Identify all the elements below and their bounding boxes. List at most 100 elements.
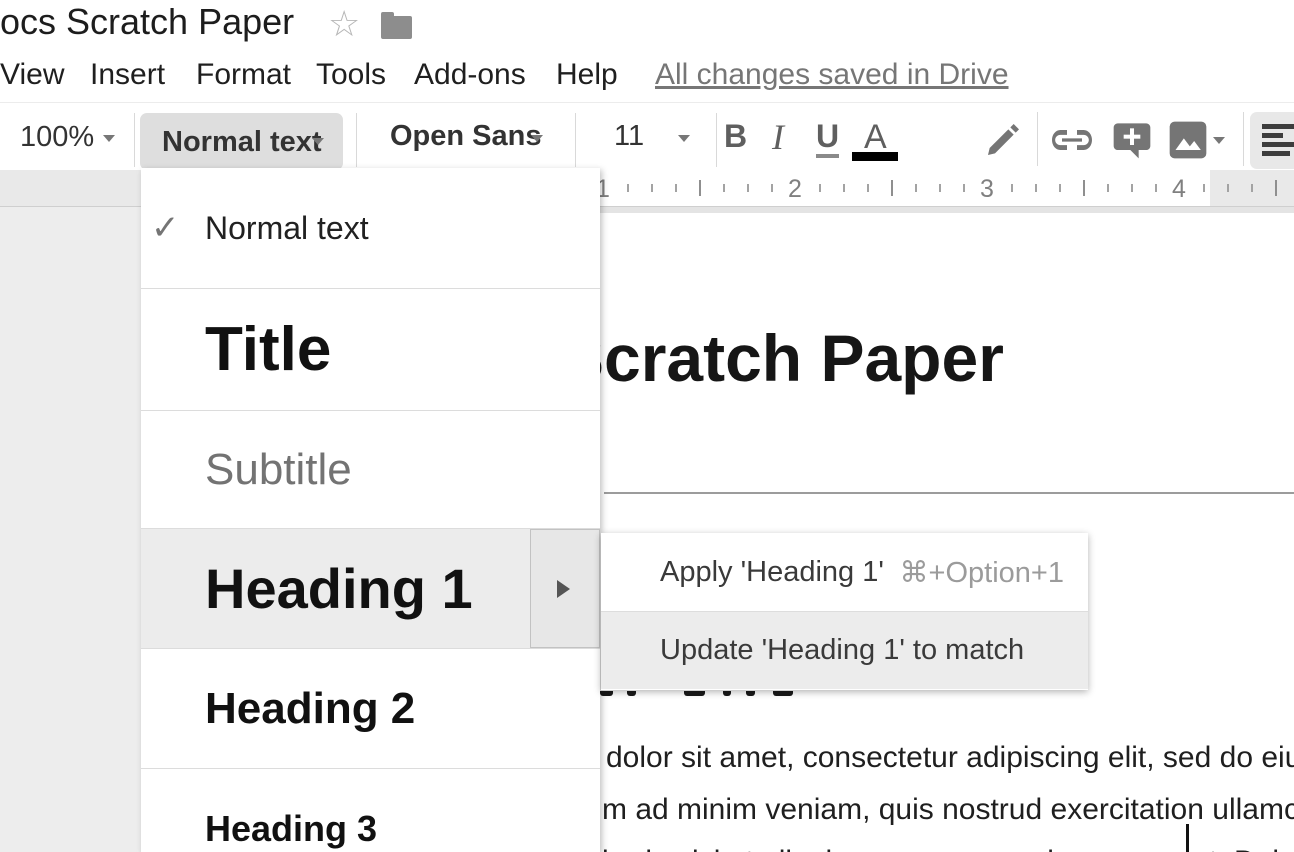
ruler-tick: [651, 184, 653, 192]
heading1-submenu: Apply 'Heading 1' ⌘+Option+1 Update 'Hea…: [601, 533, 1088, 690]
paragraph-styles-menu: ✓ Normal text Title Subtitle Heading 1 H…: [141, 168, 600, 852]
body-text-line[interactable]: boris nisi ut aliquip ex ea commodo cons…: [602, 842, 1294, 852]
ruler-tick: [819, 184, 821, 192]
bold-button[interactable]: B: [724, 118, 747, 155]
toolbar-separator: [716, 113, 717, 167]
align-left-button[interactable]: [1250, 112, 1294, 169]
title-bar: ocs Scratch Paper ☆: [0, 0, 1294, 50]
ruler-tick: [915, 184, 917, 192]
ruler-tick: [843, 184, 845, 192]
insert-image-icon[interactable]: [1168, 120, 1208, 160]
paint-format-icon[interactable]: [983, 120, 1023, 160]
toolbar: 100% Normal text Open Sans 11 B I U A: [0, 102, 1294, 172]
ruler-tick: [1059, 184, 1061, 192]
menu-item-label: Heading 3: [205, 808, 377, 850]
chevron-down-icon[interactable]: [531, 135, 543, 142]
heading1-submenu-button[interactable]: [530, 529, 600, 648]
menu-item-subtitle[interactable]: Subtitle: [141, 410, 600, 528]
align-bar: [1262, 133, 1283, 138]
text-color-swatch: [852, 152, 898, 161]
submenu-item-label: Update 'Heading 1' to match: [660, 634, 1024, 667]
menu-item-label: Heading 2: [205, 684, 415, 734]
obscured-heading-fragment: [773, 691, 793, 696]
menu-tools[interactable]: Tools: [316, 58, 386, 92]
chevron-down-icon[interactable]: [1213, 137, 1225, 144]
menu-view[interactable]: View: [0, 58, 64, 92]
ruler-tick: [891, 180, 893, 196]
ruler-tick: [1107, 184, 1109, 192]
folder-icon[interactable]: [381, 16, 412, 39]
ruler-tick: [1155, 184, 1157, 192]
toolbar-separator: [575, 113, 576, 167]
save-status-link[interactable]: All changes saved in Drive: [655, 58, 1009, 92]
menu-item-label: Normal text: [205, 210, 369, 247]
menu-item-label: Title: [205, 314, 331, 385]
italic-button[interactable]: I: [772, 116, 784, 158]
obscured-heading-fragment: [627, 691, 636, 696]
ruler-tick: [1227, 184, 1229, 192]
ruler-tick: [939, 184, 941, 192]
align-bar: [1262, 142, 1294, 147]
chevron-down-icon: [312, 138, 324, 145]
underline-button[interactable]: U: [816, 118, 839, 155]
ruler-tick: [1035, 184, 1037, 192]
menu-item-heading-2[interactable]: Heading 2: [141, 648, 600, 768]
submenu-item-update-heading1[interactable]: Update 'Heading 1' to match: [601, 612, 1088, 689]
horizontal-rule: [604, 492, 1294, 494]
menu-addons[interactable]: Add-ons: [414, 58, 526, 92]
insert-link-icon[interactable]: [1052, 124, 1092, 164]
ruler-tick: [627, 184, 629, 192]
chevron-right-icon: [557, 580, 570, 598]
menu-item-heading-3[interactable]: Heading 3: [141, 768, 600, 852]
zoom-select[interactable]: 100%: [20, 121, 94, 154]
ruler-tick: [699, 180, 701, 196]
body-text-line[interactable]: dolor sit amet, consectetur adipiscing e…: [606, 738, 1294, 778]
ruler-tick: [1251, 184, 1253, 192]
align-bar: [1262, 151, 1290, 156]
underline-label: U: [816, 118, 839, 158]
insert-comment-icon[interactable]: [1112, 120, 1152, 160]
ruler-number: 4: [1172, 175, 1186, 204]
font-size-select[interactable]: 11: [614, 120, 644, 153]
ruler-number: 3: [980, 175, 994, 204]
ruler-tick: [747, 184, 749, 192]
toolbar-separator: [134, 113, 135, 167]
ruler-tick: [963, 184, 965, 192]
ruler-tick: [675, 184, 677, 192]
menu-item-title[interactable]: Title: [141, 288, 600, 410]
toolbar-separator: [1243, 112, 1244, 166]
menu-format[interactable]: Format: [196, 58, 291, 92]
chevron-down-icon[interactable]: [103, 135, 115, 142]
submenu-item-apply-heading1[interactable]: Apply 'Heading 1' ⌘+Option+1: [601, 533, 1088, 612]
obscured-heading-fragment: [746, 691, 755, 696]
body-text-line[interactable]: m ad minim veniam, quis nostrud exercita…: [602, 790, 1294, 830]
paragraph-style-value: Normal text: [162, 126, 322, 159]
star-icon[interactable]: ☆: [328, 4, 360, 44]
menu-help[interactable]: Help: [556, 58, 618, 92]
submenu-item-label: Apply 'Heading 1': [660, 556, 884, 589]
ruler-tick: [1083, 180, 1085, 196]
document-title-text[interactable]: Scratch Paper: [560, 320, 1004, 396]
document-name[interactable]: ocs Scratch Paper: [0, 1, 294, 43]
menu-item-normal-text[interactable]: ✓ Normal text: [141, 168, 600, 288]
menu-insert[interactable]: Insert: [90, 58, 165, 92]
menu-bar: View Insert Format Tools Add-ons Help Al…: [0, 50, 1294, 102]
ruler-tick: [1011, 184, 1013, 192]
paragraph-style-select[interactable]: Normal text: [140, 113, 343, 170]
google-docs-window: Scratch Paper dolor sit amet, consectetu…: [0, 0, 1294, 852]
text-cursor: [1186, 824, 1189, 852]
ruler-number: 2: [788, 175, 802, 204]
align-bar: [1262, 124, 1294, 129]
obscured-heading-fragment: [684, 691, 705, 696]
menu-item-label: Subtitle: [205, 445, 352, 495]
ruler-tick: [1275, 180, 1277, 196]
toolbar-separator: [1037, 112, 1038, 166]
ruler-tick: [1203, 184, 1205, 192]
check-icon: ✓: [151, 208, 180, 248]
ruler-tick: [771, 184, 773, 192]
ruler-tick: [723, 184, 725, 192]
font-select[interactable]: Open Sans: [390, 120, 542, 153]
chevron-down-icon[interactable]: [678, 135, 690, 142]
ruler-tick: [867, 184, 869, 192]
obscured-heading-fragment: [723, 691, 731, 696]
